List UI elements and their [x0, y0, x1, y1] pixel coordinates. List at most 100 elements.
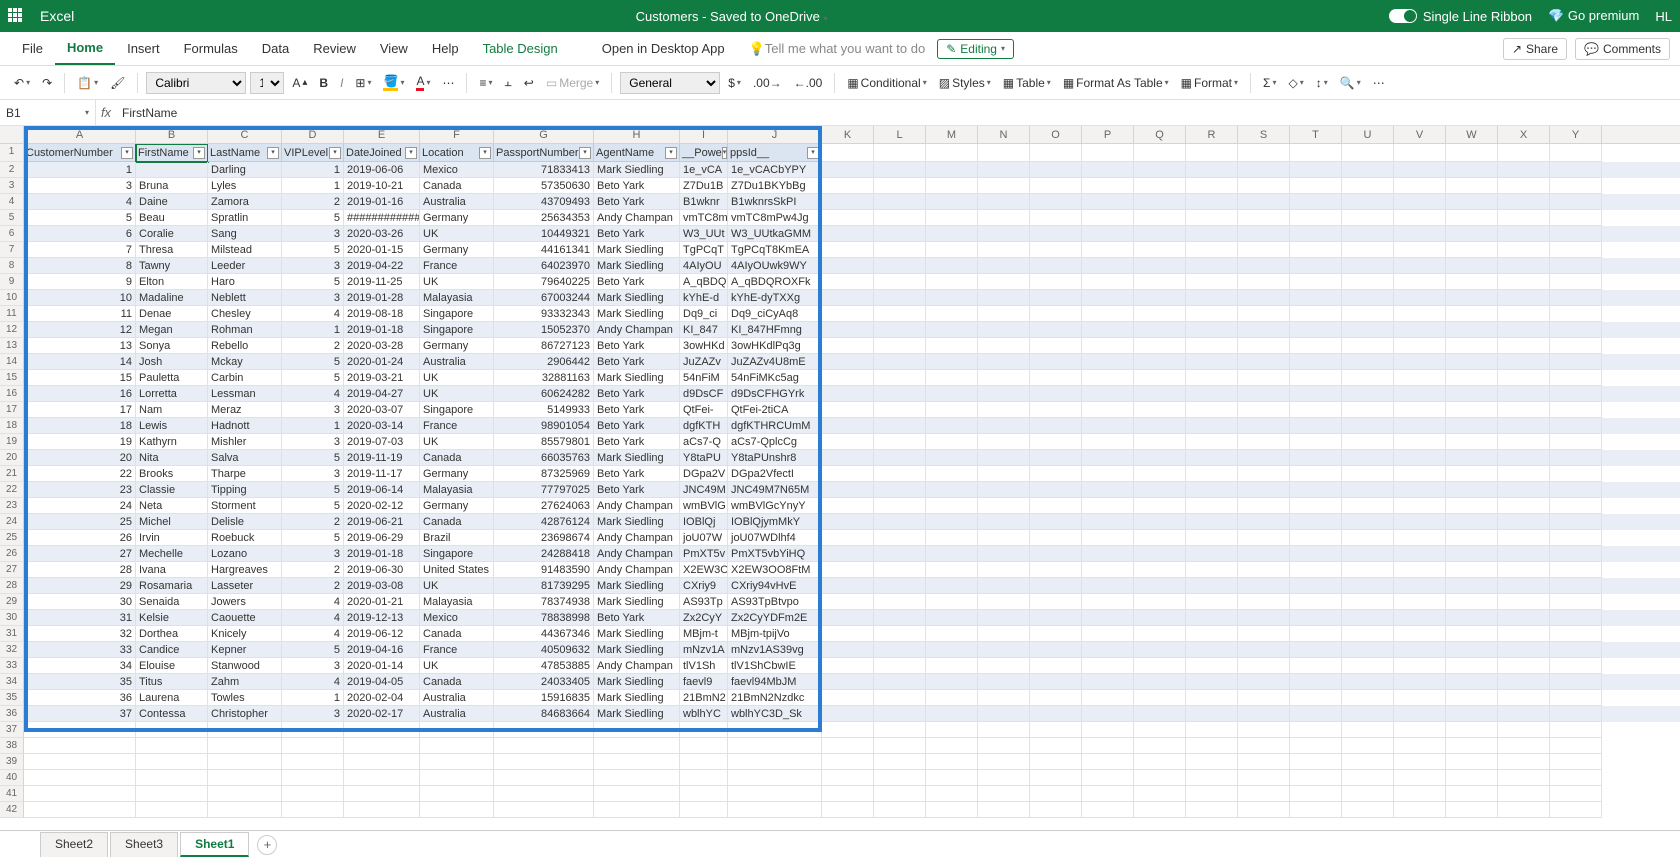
- go-premium-button[interactable]: 💎 Go premium: [1548, 8, 1639, 24]
- table-cell[interactable]: 28: [24, 562, 136, 578]
- table-cell[interactable]: 14: [24, 354, 136, 370]
- table-cell[interactable]: IOBlQjymMkY: [728, 514, 822, 530]
- table-cell[interactable]: Malayasia: [420, 482, 494, 498]
- table-cell[interactable]: Germany: [420, 466, 494, 482]
- borders-button[interactable]: ⊞▾: [351, 73, 375, 93]
- table-cell[interactable]: 15: [24, 370, 136, 386]
- row-header[interactable]: 3: [0, 178, 24, 194]
- row-header[interactable]: 12: [0, 322, 24, 338]
- table-cell[interactable]: Malayasia: [420, 290, 494, 306]
- row-header[interactable]: 2: [0, 162, 24, 178]
- table-cell[interactable]: France: [420, 258, 494, 274]
- table-cell[interactable]: 87325969: [494, 466, 594, 482]
- table-cell[interactable]: wblhYC: [680, 706, 728, 722]
- table-cell[interactable]: Beto Yark: [594, 610, 680, 626]
- column-header[interactable]: B: [136, 126, 208, 143]
- table-cell[interactable]: 12: [24, 322, 136, 338]
- table-cell[interactable]: 2: [282, 514, 344, 530]
- row-header[interactable]: 8: [0, 258, 24, 274]
- table-cell[interactable]: 57350630: [494, 178, 594, 194]
- table-cell[interactable]: 5: [282, 498, 344, 514]
- table-cell[interactable]: 8: [24, 258, 136, 274]
- table-cell[interactable]: Bruna: [136, 178, 208, 194]
- column-header[interactable]: E: [344, 126, 420, 143]
- table-cell[interactable]: 10449321: [494, 226, 594, 242]
- table-cell[interactable]: 25: [24, 514, 136, 530]
- single-line-ribbon-toggle[interactable]: Single Line Ribbon: [1389, 9, 1532, 24]
- row-header[interactable]: 38: [0, 738, 24, 754]
- font-size-select[interactable]: 11: [250, 72, 284, 94]
- table-cell[interactable]: Mark Siedling: [594, 290, 680, 306]
- row-header[interactable]: 10: [0, 290, 24, 306]
- table-header-cell[interactable]: AgentName▾: [594, 144, 680, 162]
- column-header[interactable]: V: [1394, 126, 1446, 143]
- row-header[interactable]: 23: [0, 498, 24, 514]
- table-cell[interactable]: 19: [24, 434, 136, 450]
- font-family-select[interactable]: Calibri: [146, 72, 246, 94]
- table-cell[interactable]: Sonya: [136, 338, 208, 354]
- table-cell[interactable]: Coralie: [136, 226, 208, 242]
- find-button[interactable]: 🔍▾: [1336, 73, 1365, 93]
- table-cell[interactable]: B1wknr: [680, 194, 728, 210]
- row-header[interactable]: 19: [0, 434, 24, 450]
- filter-icon[interactable]: ▾: [807, 147, 819, 159]
- table-cell[interactable]: 3: [24, 178, 136, 194]
- table-cell[interactable]: UK: [420, 370, 494, 386]
- table-cell[interactable]: Christopher: [208, 706, 282, 722]
- row-header[interactable]: 28: [0, 578, 24, 594]
- table-cell[interactable]: 2906442: [494, 354, 594, 370]
- row-header[interactable]: 41: [0, 786, 24, 802]
- table-cell[interactable]: 7: [24, 242, 136, 258]
- conditional-formatting-button[interactable]: ▦ Conditional▾: [843, 73, 930, 93]
- table-cell[interactable]: Madaline: [136, 290, 208, 306]
- table-cell[interactable]: Darling: [208, 162, 282, 178]
- column-header[interactable]: Q: [1134, 126, 1186, 143]
- column-header[interactable]: D: [282, 126, 344, 143]
- table-cell[interactable]: 44367346: [494, 626, 594, 642]
- table-cell[interactable]: 54nFiMKc5ag: [728, 370, 822, 386]
- add-sheet-button[interactable]: +: [257, 835, 277, 855]
- table-cell[interactable]: Mishler: [208, 434, 282, 450]
- table-cell[interactable]: 2020-02-17: [344, 706, 420, 722]
- table-cell[interactable]: aCs7-Q: [680, 434, 728, 450]
- decrease-decimal-button[interactable]: .00→: [749, 73, 786, 93]
- table-cell[interactable]: Pauletta: [136, 370, 208, 386]
- table-cell[interactable]: Mark Siedling: [594, 594, 680, 610]
- table-cell[interactable]: Dq9_ciCyAq8: [728, 306, 822, 322]
- table-cell[interactable]: Knicely: [208, 626, 282, 642]
- table-cell[interactable]: 24288418: [494, 546, 594, 562]
- table-cell[interactable]: 22: [24, 466, 136, 482]
- table-cell[interactable]: Andy Champan: [594, 322, 680, 338]
- row-header[interactable]: 32: [0, 642, 24, 658]
- bold-button[interactable]: B: [315, 73, 332, 93]
- table-cell[interactable]: Andy Champan: [594, 658, 680, 674]
- table-cell[interactable]: 5: [282, 354, 344, 370]
- table-cell[interactable]: TgPCqT: [680, 242, 728, 258]
- align-button[interactable]: ≡▾: [475, 73, 496, 93]
- table-cell[interactable]: 3: [282, 290, 344, 306]
- table-cell[interactable]: 5: [282, 450, 344, 466]
- table-cell[interactable]: 2020-02-04: [344, 690, 420, 706]
- table-cell[interactable]: 20: [24, 450, 136, 466]
- clear-button[interactable]: ◇▾: [1284, 73, 1307, 93]
- table-cell[interactable]: 78838998: [494, 610, 594, 626]
- table-cell[interactable]: 16: [24, 386, 136, 402]
- table-cell[interactable]: Chesley: [208, 306, 282, 322]
- table-cell[interactable]: 2019-11-19: [344, 450, 420, 466]
- sort-filter-button[interactable]: ↕▾: [1312, 73, 1332, 93]
- table-cell[interactable]: 2019-01-18: [344, 546, 420, 562]
- table-cell[interactable]: Carbin: [208, 370, 282, 386]
- row-header[interactable]: 16: [0, 386, 24, 402]
- table-cell[interactable]: KI_847HFmng: [728, 322, 822, 338]
- table-cell[interactable]: vmTC8m: [680, 210, 728, 226]
- table-cell[interactable]: Andy Champan: [594, 562, 680, 578]
- table-cell[interactable]: PmXT5vbYiHQ: [728, 546, 822, 562]
- table-cell[interactable]: Canada: [420, 674, 494, 690]
- row-header[interactable]: 4: [0, 194, 24, 210]
- number-format-select[interactable]: General: [620, 72, 720, 94]
- table-cell[interactable]: 2: [282, 338, 344, 354]
- table-cell[interactable]: aCs7-QplcCg: [728, 434, 822, 450]
- filter-icon[interactable]: ▾: [722, 147, 728, 159]
- table-cell[interactable]: Mckay: [208, 354, 282, 370]
- table-cell[interactable]: Kepner: [208, 642, 282, 658]
